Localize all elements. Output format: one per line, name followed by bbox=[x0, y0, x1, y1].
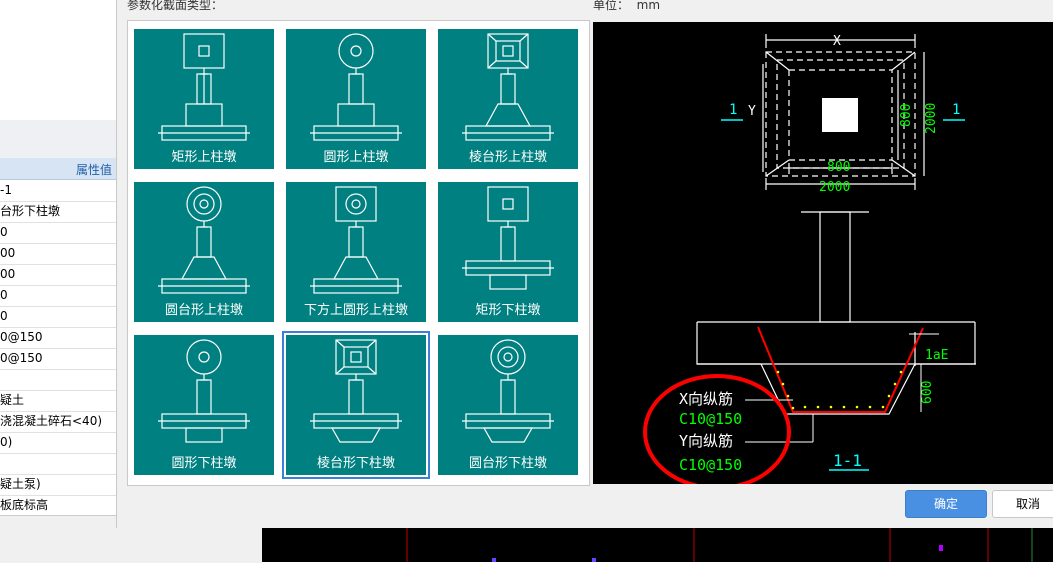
panel-toolbar bbox=[0, 120, 116, 159]
tile-caption: 矩形下柱墩 bbox=[475, 303, 541, 318]
tile-rect-upper-pier[interactable]: 矩形上柱墩 bbox=[134, 29, 274, 169]
property-row-value: 台形下柱墩 bbox=[0, 204, 61, 218]
property-row[interactable] bbox=[0, 369, 116, 391]
tile-caption: 圆台形上柱墩 bbox=[164, 303, 243, 318]
section-title: 1-1 bbox=[833, 451, 862, 470]
tile-circle-lower-pier[interactable]: 圆形下柱墩 bbox=[134, 335, 274, 475]
y-rebar-value: C10@150 bbox=[679, 456, 742, 474]
dim-800-h: 800 bbox=[827, 160, 850, 175]
cad-canvas-strip bbox=[262, 528, 1053, 562]
dim-2000-v: 2000 bbox=[924, 103, 939, 134]
tile-caption: 圆形下柱墩 bbox=[171, 456, 237, 471]
dim-800-v: 800 bbox=[899, 104, 914, 127]
tile-square-round-upper-pier[interactable]: 下方上圆形上柱墩 bbox=[286, 182, 426, 322]
property-row-value: 板底标高 bbox=[0, 498, 49, 512]
x-rebar-value: C10@150 bbox=[679, 410, 742, 428]
property-row[interactable]: 0 bbox=[0, 222, 116, 244]
property-row[interactable]: 00 bbox=[0, 243, 116, 265]
dim-y-label: Y bbox=[748, 104, 756, 119]
property-row-value: 0 bbox=[0, 288, 8, 302]
tile-caption: 棱台形下柱墩 bbox=[316, 456, 395, 471]
cad-canvas-lines bbox=[406, 528, 1033, 562]
tile-caption: 棱台形上柱墩 bbox=[468, 150, 547, 165]
property-row[interactable]: 0) bbox=[0, 432, 116, 454]
tile-round-frustum-lower-pier[interactable]: 圆台形下柱墩 bbox=[438, 335, 578, 475]
depth-label: 600 bbox=[920, 381, 935, 404]
property-row[interactable]: 疑土 bbox=[0, 390, 116, 412]
rebar-dots bbox=[776, 370, 903, 410]
tile-caption: 矩形上柱墩 bbox=[171, 150, 237, 165]
lae-label: 1aE bbox=[925, 348, 948, 363]
tile-rect-lower-pier[interactable]: 矩形下柱墩 bbox=[438, 182, 578, 322]
section-mark-right: 1 bbox=[952, 102, 960, 118]
preview-drawing: X Y 800 2000 800 2000 1 1 1aE 600 X向纵筋 C… bbox=[643, 34, 976, 484]
property-row-value: 0) bbox=[0, 435, 13, 449]
unit-label: 单位： mm bbox=[593, 0, 660, 13]
property-row-value: 00 bbox=[0, 267, 16, 281]
rebar-line bbox=[757, 326, 924, 413]
section-type-label: 参数化截面类型： bbox=[127, 0, 224, 12]
tile-caption: 圆形上柱墩 bbox=[323, 150, 389, 165]
section-preview: X Y 800 2000 800 2000 1 1 1aE 600 X向纵筋 C… bbox=[593, 22, 1053, 484]
tile-frustum-upper-pier[interactable]: 棱台形上柱墩 bbox=[438, 29, 578, 169]
property-row[interactable]: 0@150 bbox=[0, 327, 116, 349]
property-row[interactable]: 板底标高 bbox=[0, 495, 116, 517]
property-row[interactable]: 00 bbox=[0, 264, 116, 286]
tile-caption: 圆台形下柱墩 bbox=[468, 456, 547, 471]
property-row[interactable]: -1 bbox=[0, 180, 116, 202]
ok-button[interactable]: 确定 bbox=[905, 490, 987, 518]
property-row[interactable] bbox=[0, 453, 116, 475]
tile-circle-upper-pier[interactable]: 圆形上柱墩 bbox=[286, 29, 426, 169]
dim-2000-h: 2000 bbox=[819, 180, 850, 195]
y-rebar-label: Y向纵筋 bbox=[679, 432, 733, 450]
property-row-value: 00 bbox=[0, 246, 16, 260]
property-row[interactable]: 0 bbox=[0, 306, 116, 328]
unit-value: mm bbox=[636, 0, 661, 12]
property-row-value: 疑土泵) bbox=[0, 477, 41, 491]
property-panel: 属性值 -1 台形下柱墩 0 00 00 0 0 0@150 0@150 疑土 浇混凝土碎石<40)… bbox=[0, 0, 262, 563]
property-row-value: 浇混凝土碎石<40) bbox=[0, 414, 103, 428]
property-row[interactable]: 台形下柱墩 bbox=[0, 201, 116, 223]
property-row[interactable]: 0@150 bbox=[0, 348, 116, 370]
x-rebar-label: X向纵筋 bbox=[679, 390, 733, 408]
property-row-value: 0 bbox=[0, 309, 8, 323]
property-row[interactable]: 浇混凝土碎石<40) bbox=[0, 411, 116, 433]
unit-label-text: 单位： bbox=[593, 0, 630, 12]
column-section bbox=[822, 98, 858, 132]
tile-round-frustum-upper-pier[interactable]: 圆台形上柱墩 bbox=[134, 182, 274, 322]
section-mark-left: 1 bbox=[729, 102, 737, 118]
tile-caption: 下方上圆形上柱墩 bbox=[303, 303, 408, 318]
property-value-header-label: 属性值 bbox=[75, 163, 112, 177]
property-row-value: 0 bbox=[0, 225, 8, 239]
tile-frustum-lower-pier[interactable]: 棱台形下柱墩 bbox=[282, 331, 430, 479]
property-row-value: 0@150 bbox=[0, 351, 43, 365]
property-value-header: 属性值 bbox=[0, 158, 116, 180]
property-row[interactable]: 0 bbox=[0, 285, 116, 307]
property-row[interactable]: 疑土泵) bbox=[0, 474, 116, 496]
section-type-grid: 矩形上柱墩 圆形上柱墩 棱台形上柱墩 圆台形上柱墩 下方上圆形上柱墩 矩形下柱墩… bbox=[127, 20, 590, 486]
dim-x-label: X bbox=[833, 34, 841, 49]
property-row-value: 0@150 bbox=[0, 330, 43, 344]
property-row-value: -1 bbox=[0, 183, 12, 197]
cancel-button[interactable]: 取消 bbox=[992, 490, 1053, 518]
property-row-value: 疑土 bbox=[0, 393, 25, 407]
